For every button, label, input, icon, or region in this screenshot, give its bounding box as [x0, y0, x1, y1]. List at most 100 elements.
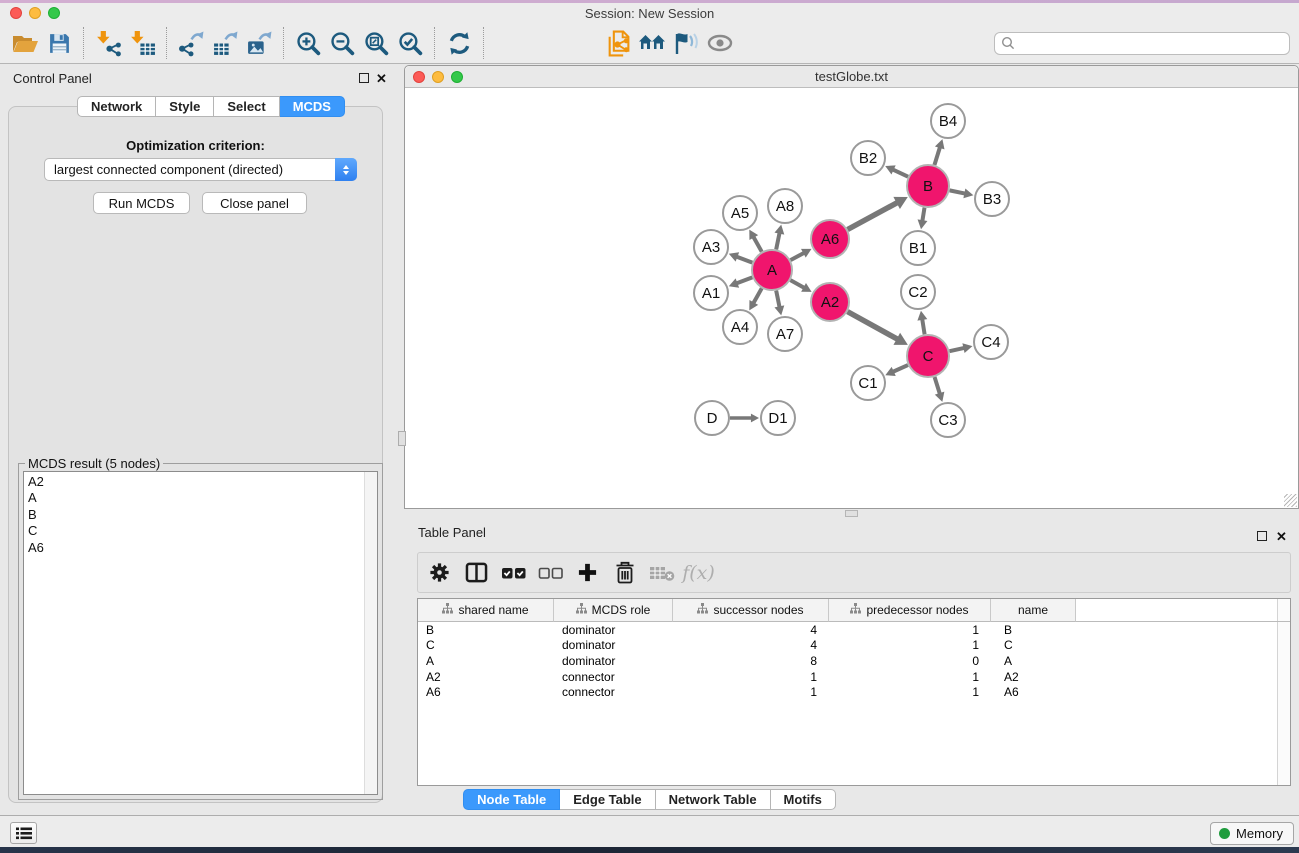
result-item[interactable]: A6	[24, 540, 377, 556]
table-cell[interactable]: 1	[829, 670, 991, 686]
import-network-icon[interactable]	[91, 27, 125, 59]
table-cell[interactable]: 4	[673, 638, 829, 654]
column-header-shared-name[interactable]: shared name	[418, 599, 554, 622]
edge-A-A5[interactable]	[753, 236, 762, 251]
zoom-in-icon[interactable]	[291, 27, 325, 59]
close-panel-button[interactable]: Close panel	[202, 192, 307, 214]
vertical-splitter-grip[interactable]	[398, 431, 406, 446]
hide-columns-icon[interactable]	[537, 558, 564, 588]
table-cell[interactable]: A	[418, 654, 554, 670]
table-cell[interactable]: dominator	[554, 638, 673, 654]
table-cell[interactable]: dominator	[554, 623, 673, 639]
horizontal-splitter-grip[interactable]	[845, 510, 858, 517]
edge-B-B1[interactable]	[922, 208, 924, 222]
zoom-selected-icon[interactable]	[393, 27, 427, 59]
network-window-titlebar[interactable]: testGlobe.txt	[405, 66, 1298, 88]
edge-A-A3[interactable]	[736, 256, 752, 262]
result-item[interactable]: A	[24, 490, 377, 506]
table-cell[interactable]: 1	[673, 685, 829, 701]
edge-C-C1[interactable]	[892, 365, 907, 372]
edge-B-B4[interactable]	[934, 147, 940, 165]
export-network-icon[interactable]	[174, 27, 208, 59]
edge-A-A8[interactable]	[776, 232, 779, 249]
table-cell[interactable]: C	[418, 638, 554, 654]
node-table[interactable]: shared nameMCDS rolesuccessor nodesprede…	[417, 598, 1291, 786]
memory-button[interactable]: Memory	[1210, 822, 1294, 845]
zoom-fit-icon[interactable]	[359, 27, 393, 59]
network-canvas[interactable]: B4B2BB3A8A5A6A3B1AC2A1A2A4A7C4CC1DD1C3	[405, 88, 1298, 508]
column-header-successor-nodes[interactable]: successor nodes	[673, 599, 829, 622]
table-cell[interactable]: A6	[991, 685, 1076, 701]
table-cell[interactable]: 4	[673, 623, 829, 639]
edge-C-C3[interactable]	[935, 377, 940, 394]
tab-motifs[interactable]: Motifs	[771, 789, 836, 810]
edge-B-B2[interactable]	[892, 169, 908, 176]
table-cell[interactable]: 1	[829, 685, 991, 701]
network-graph[interactable]: B4B2BB3A8A5A6A3B1AC2A1A2A4A7C4CC1DD1C3	[405, 88, 1298, 509]
result-item[interactable]: B	[24, 507, 377, 523]
column-header-name[interactable]: name	[991, 599, 1076, 622]
task-history-button[interactable]	[10, 822, 37, 844]
tab-edge-table[interactable]: Edge Table	[560, 789, 655, 810]
edge-A2-C[interactable]	[848, 312, 899, 340]
mcds-result-list[interactable]: A2ABCA6	[23, 471, 378, 795]
edge-A-A7[interactable]	[776, 291, 779, 308]
edge-A-A6[interactable]	[791, 253, 805, 261]
table-cell[interactable]: C	[991, 638, 1076, 654]
column-header-MCDS-role[interactable]: MCDS role	[554, 599, 673, 622]
zoom-out-icon[interactable]	[325, 27, 359, 59]
delete-column-icon[interactable]	[611, 558, 638, 588]
table-panel-float-button[interactable]	[1257, 531, 1267, 541]
network-view-window[interactable]: testGlobe.txt B4B2BB3A8A5A6A3B1AC2A1A2A4…	[404, 65, 1299, 509]
edge-A-A1[interactable]	[736, 277, 752, 283]
table-cell[interactable]: 1	[829, 638, 991, 654]
split-columns-icon[interactable]	[463, 558, 490, 588]
table-scrollbar-track[interactable]	[1277, 599, 1290, 785]
open-session-icon[interactable]	[8, 27, 42, 59]
optimization-criterion-dropdown[interactable]: largest connected component (directed)	[44, 158, 357, 181]
edge-C-C2[interactable]	[922, 318, 924, 334]
table-cell[interactable]: 0	[829, 654, 991, 670]
tab-mcds[interactable]: MCDS	[280, 96, 345, 117]
tab-node-table[interactable]: Node Table	[463, 789, 560, 810]
window-resize-grip-icon[interactable]	[1284, 494, 1297, 507]
table-cell[interactable]: connector	[554, 685, 673, 701]
tab-style[interactable]: Style	[156, 96, 214, 117]
app-titlebar[interactable]: Session: New Session	[0, 3, 1299, 23]
search-field[interactable]	[994, 32, 1290, 55]
gear-icon[interactable]	[426, 558, 453, 588]
control-panel-close-icon[interactable]: ✕	[376, 74, 387, 84]
table-cell[interactable]: A2	[991, 670, 1076, 686]
result-item[interactable]: C	[24, 523, 377, 539]
table-cell[interactable]: 1	[829, 623, 991, 639]
table-cell[interactable]: A2	[418, 670, 554, 686]
add-column-icon[interactable]	[574, 558, 601, 588]
import-table-icon[interactable]	[125, 27, 159, 59]
edge-A-A2[interactable]	[790, 280, 804, 288]
save-session-icon[interactable]	[42, 27, 76, 59]
table-cell[interactable]: 1	[673, 670, 829, 686]
control-panel-float-button[interactable]	[359, 73, 369, 83]
edge-A6-B[interactable]	[848, 202, 899, 229]
home-pages-icon[interactable]	[635, 27, 669, 59]
tab-select[interactable]: Select	[214, 96, 279, 117]
apply-layout-icon[interactable]	[442, 27, 476, 59]
show-columns-icon[interactable]	[500, 558, 527, 588]
table-cell[interactable]: connector	[554, 670, 673, 686]
eye-icon[interactable]	[703, 27, 737, 59]
table-cell[interactable]: B	[991, 623, 1076, 639]
table-cell[interactable]: dominator	[554, 654, 673, 670]
tab-network-table[interactable]: Network Table	[656, 789, 771, 810]
export-table-icon[interactable]	[208, 27, 242, 59]
run-mcds-button[interactable]: Run MCDS	[93, 192, 190, 214]
edge-B-B3[interactable]	[950, 190, 966, 193]
tab-network[interactable]: Network	[77, 96, 156, 117]
table-cell[interactable]: A6	[418, 685, 554, 701]
copy-network-document-icon[interactable]	[601, 27, 635, 59]
style-flag-icon[interactable]	[669, 27, 703, 59]
search-input[interactable]	[1015, 36, 1289, 50]
result-item[interactable]: A2	[24, 472, 377, 490]
table-cell[interactable]: B	[418, 623, 554, 639]
table-cell[interactable]: A	[991, 654, 1076, 670]
result-list-scrollbar[interactable]	[364, 472, 377, 794]
